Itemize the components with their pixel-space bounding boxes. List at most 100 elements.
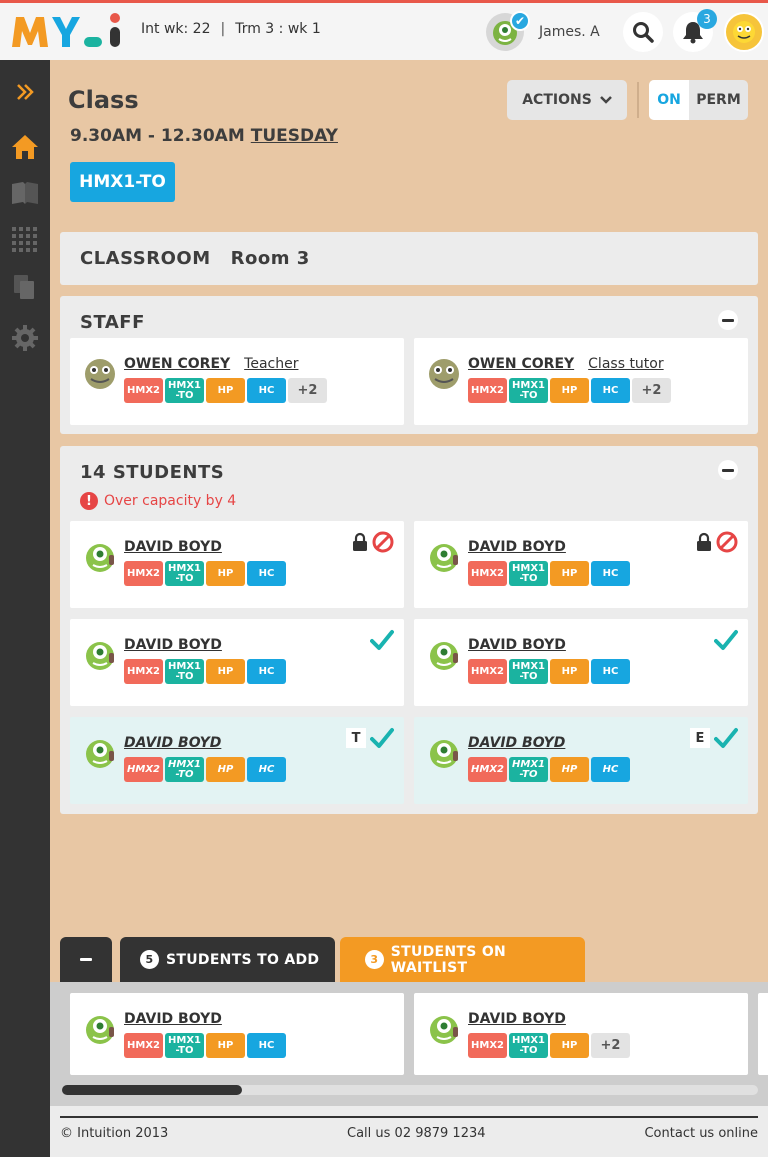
- user-name[interactable]: James. A: [539, 24, 600, 40]
- waitlist-card[interactable]: DAVID BOYD HMX2 HMX1 -TO HP +2: [414, 993, 748, 1075]
- account-avatar[interactable]: [724, 12, 764, 52]
- sidebar-item-settings[interactable]: [0, 318, 50, 358]
- staff-card[interactable]: OWEN COREY Teacher HMX2 HMX1 -TO HP HC +2: [70, 338, 404, 425]
- student-name[interactable]: DAVID BOYD: [124, 735, 221, 751]
- waitlist-card[interactable]: DAVID BOYD HMX2 HMX1 -TO HP HC: [70, 993, 404, 1075]
- tab-students-to-add[interactable]: 5 STUDENTS TO ADD: [120, 937, 335, 982]
- tag-hc[interactable]: HC: [247, 659, 286, 684]
- checkmark-icon[interactable]: [370, 629, 394, 651]
- student-name[interactable]: DAVID BOYD: [468, 1011, 566, 1027]
- staff-avatar: [84, 358, 116, 390]
- tag-hc[interactable]: HC: [247, 378, 286, 403]
- expand-sidebar-button[interactable]: [0, 72, 50, 112]
- student-name[interactable]: DAVID BOYD: [468, 539, 566, 555]
- tag-hc[interactable]: HC: [591, 757, 630, 782]
- checkmark-icon[interactable]: [370, 727, 394, 749]
- tag-hmx1-to[interactable]: HMX1 -TO: [165, 561, 204, 586]
- class-code-chip[interactable]: HMX1-TO: [70, 162, 175, 202]
- checkmark-icon[interactable]: [714, 629, 738, 651]
- tag-hmx1-to[interactable]: HMX1 -TO: [165, 659, 204, 684]
- tag-hp[interactable]: HP: [550, 757, 589, 782]
- tag-hmx2[interactable]: HMX2: [124, 561, 163, 586]
- tag-hmx2[interactable]: HMX2: [124, 378, 163, 403]
- blocked-icon[interactable]: [372, 531, 394, 553]
- app-logo[interactable]: [10, 11, 126, 51]
- staff-name-text[interactable]: OWEN COREY: [468, 356, 574, 372]
- staff-card[interactable]: OWEN COREY Class tutor HMX2 HMX1 -TO HP H…: [414, 338, 748, 425]
- actions-dropdown[interactable]: ACTIONS: [507, 80, 627, 120]
- tag-hp[interactable]: HP: [206, 561, 245, 586]
- phone-contact[interactable]: Call us 02 9879 1234: [347, 1126, 486, 1141]
- contact-link[interactable]: Contact us online: [644, 1126, 758, 1141]
- tag-hp[interactable]: HP: [206, 757, 245, 782]
- tag-hp[interactable]: HP: [550, 378, 589, 403]
- student-name[interactable]: DAVID BOYD: [124, 637, 222, 653]
- more-tags[interactable]: +2: [632, 378, 671, 403]
- tag-hmx1-to[interactable]: HMX1 -TO: [165, 1033, 204, 1058]
- user-menu[interactable]: ✔ James. A: [486, 11, 600, 51]
- sidebar-item-documents[interactable]: [0, 267, 50, 307]
- student-card[interactable]: DAVID BOYD HMX2 HMX1 -TO HP HC: [414, 619, 748, 706]
- tag-hp[interactable]: HP: [206, 378, 245, 403]
- class-day[interactable]: TUESDAY: [251, 126, 338, 146]
- tag-hmx1-to[interactable]: HMX1 -TO: [509, 1033, 548, 1058]
- tag-hmx1-to[interactable]: HMX1 -TO: [509, 659, 548, 684]
- toggle-on-option[interactable]: ON: [649, 80, 689, 120]
- tag-hc[interactable]: HC: [247, 757, 286, 782]
- tag-hmx2[interactable]: HMX2: [468, 757, 507, 782]
- on-perm-toggle[interactable]: ON PERM: [649, 80, 748, 120]
- student-name[interactable]: DAVID BOYD: [124, 539, 222, 555]
- tag-hp[interactable]: HP: [550, 561, 589, 586]
- tag-hc[interactable]: HC: [591, 378, 630, 403]
- user-avatar[interactable]: ✔: [486, 11, 530, 51]
- blocked-icon[interactable]: [716, 531, 738, 553]
- tag-hp[interactable]: HP: [550, 659, 589, 684]
- sidebar-item-home[interactable]: [0, 127, 50, 167]
- tab-students-on-waitlist[interactable]: 3 STUDENTS ON WAITLIST: [340, 937, 585, 982]
- student-card[interactable]: DAVID BOYD HMX2 HMX1 -TO HP HC T: [70, 717, 404, 804]
- tag-hmx1-to[interactable]: HMX1 -TO: [165, 757, 204, 782]
- tag-hc[interactable]: HC: [247, 561, 286, 586]
- sidebar-item-calendar[interactable]: [0, 220, 50, 260]
- student-card[interactable]: DAVID BOYD HMX2 HMX1 -TO HP HC: [70, 619, 404, 706]
- tag-hmx1-to[interactable]: HMX1 -TO: [165, 378, 204, 403]
- tag-hmx1-to[interactable]: HMX1 -TO: [509, 757, 548, 782]
- student-card[interactable]: DAVID BOYD HMX2 HMX1 -TO HP HC E: [414, 717, 748, 804]
- tag-hc[interactable]: HC: [247, 1033, 286, 1058]
- student-card[interactable]: DAVID BOYD HMX2 HMX1 -TO HP HC: [414, 521, 748, 608]
- tag-hc[interactable]: HC: [591, 659, 630, 684]
- tag-hmx2[interactable]: HMX2: [124, 1033, 163, 1058]
- checkmark-icon[interactable]: [714, 727, 738, 749]
- sidebar-item-book[interactable]: [0, 173, 50, 213]
- student-name[interactable]: DAVID BOYD: [468, 637, 566, 653]
- collapse-students-button[interactable]: [718, 460, 738, 480]
- tag-hc[interactable]: HC: [591, 561, 630, 586]
- horizontal-scrollbar[interactable]: [62, 1085, 758, 1095]
- tag-hmx1-to[interactable]: HMX1 -TO: [509, 561, 548, 586]
- tag-hmx2[interactable]: HMX2: [468, 1033, 507, 1058]
- waitlist-card-partial[interactable]: [758, 993, 768, 1075]
- collapse-staff-button[interactable]: [718, 310, 738, 330]
- more-tags[interactable]: +2: [591, 1033, 630, 1058]
- tag-hp[interactable]: HP: [550, 1033, 589, 1058]
- student-name[interactable]: DAVID BOYD: [124, 1011, 222, 1027]
- staff-name[interactable]: OWEN COREY Class tutor: [468, 356, 664, 372]
- tag-hmx2[interactable]: HMX2: [124, 757, 163, 782]
- staff-name[interactable]: OWEN COREY Teacher: [124, 356, 298, 372]
- tag-hp[interactable]: HP: [206, 659, 245, 684]
- collapse-tray-button[interactable]: [60, 937, 112, 982]
- tag-hmx2[interactable]: HMX2: [468, 561, 507, 586]
- tag-hmx2[interactable]: HMX2: [468, 659, 507, 684]
- toggle-perm-option[interactable]: PERM: [689, 80, 748, 120]
- more-tags[interactable]: +2: [288, 378, 327, 403]
- student-name[interactable]: DAVID BOYD: [468, 735, 565, 751]
- student-card[interactable]: DAVID BOYD HMX2 HMX1 -TO HP HC: [70, 521, 404, 608]
- tag-hmx1-to[interactable]: HMX1 -TO: [509, 378, 548, 403]
- notifications-button[interactable]: 3: [673, 9, 717, 52]
- tag-hmx2[interactable]: HMX2: [468, 378, 507, 403]
- search-button[interactable]: [623, 12, 663, 52]
- tag-hmx2[interactable]: HMX2: [124, 659, 163, 684]
- tag-hp[interactable]: HP: [206, 1033, 245, 1058]
- scrollbar-thumb[interactable]: [62, 1085, 242, 1095]
- staff-name-text[interactable]: OWEN COREY: [124, 356, 230, 372]
